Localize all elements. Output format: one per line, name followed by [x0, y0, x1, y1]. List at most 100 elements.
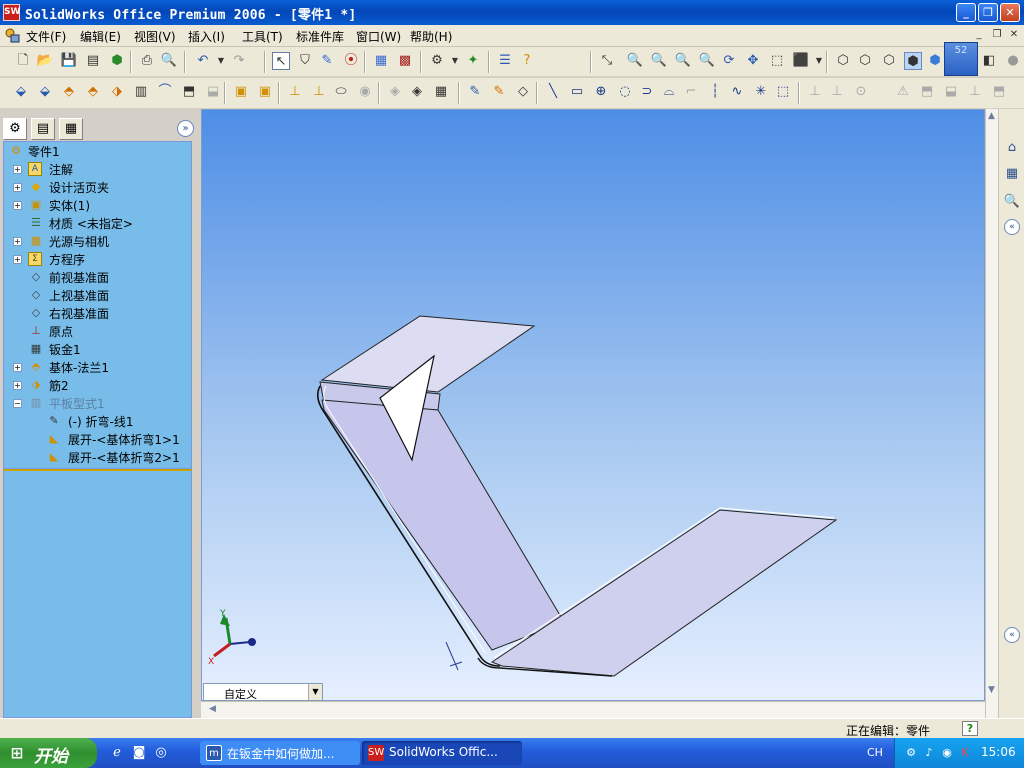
- design-library-icon[interactable]: ▦: [1001, 163, 1023, 185]
- rebuild-traffic-light-icon[interactable]: ⦿: [342, 52, 360, 70]
- taskbar-item-browser[interactable]: m 在钣金中如何做加...: [200, 741, 360, 765]
- speaker-icon[interactable]: ♪: [921, 745, 937, 761]
- doc-restore-button[interactable]: ❐: [990, 28, 1004, 42]
- realview-icon[interactable]: ●: [1004, 52, 1022, 70]
- configuration-manager-tab[interactable]: ▦: [59, 118, 83, 140]
- help-icon[interactable]: ?: [518, 52, 536, 70]
- menu-insert[interactable]: 插入(I): [188, 28, 225, 45]
- undo-dropdown-icon[interactable]: ▼: [212, 52, 230, 70]
- shaded-with-edges-icon[interactable]: ⬢: [904, 52, 922, 70]
- redo-icon[interactable]: ↷: [230, 52, 248, 70]
- open-file-icon[interactable]: 📂: [36, 52, 54, 70]
- scroll-down-icon[interactable]: ▼: [988, 685, 995, 695]
- zoom-to-fit-icon[interactable]: 🔍: [626, 52, 644, 70]
- home-icon[interactable]: ⌂: [1001, 137, 1023, 159]
- lofted-boss-icon[interactable]: ⬘: [84, 83, 102, 101]
- network-icon[interactable]: ⚙: [903, 745, 919, 761]
- section-view-icon[interactable]: ◧: [980, 52, 998, 70]
- menu-toolbox[interactable]: 标准件库: [296, 28, 344, 45]
- select-pointer-icon[interactable]: ↖: [272, 52, 290, 70]
- chamfer-icon[interactable]: ⬒: [180, 83, 198, 101]
- 3-point-arc-icon[interactable]: ⌓: [660, 83, 678, 101]
- tray-app-icon[interactable]: ◉: [939, 745, 955, 761]
- mirror-icon[interactable]: ⬭: [332, 83, 350, 101]
- horizontal-scrollbar[interactable]: ◀: [201, 701, 985, 718]
- doc-close-button[interactable]: ✕: [1007, 28, 1021, 42]
- rotate-view-icon[interactable]: ⟳: [720, 52, 738, 70]
- flex-icon[interactable]: ◈: [386, 83, 404, 101]
- circle-icon[interactable]: ⊕: [592, 83, 610, 101]
- ie-icon[interactable]: ℯ: [108, 744, 126, 762]
- 3d-drawing-view-icon[interactable]: ⬚: [768, 52, 786, 70]
- hole-wizard-icon[interactable]: ⊥: [286, 83, 304, 101]
- zoom-to-area-icon[interactable]: 🔍: [650, 52, 668, 70]
- point-icon[interactable]: ✳: [752, 83, 770, 101]
- menu-file[interactable]: 文件(F): [26, 28, 66, 45]
- antivirus-icon[interactable]: K: [957, 745, 973, 761]
- expand-left-icon[interactable]: «: [1004, 627, 1020, 643]
- sketch-icon[interactable]: ✎: [466, 83, 484, 101]
- document-menu-icon[interactable]: [4, 27, 22, 45]
- view-orientation-icon[interactable]: ⤡: [598, 52, 616, 70]
- pan-icon[interactable]: ✥: [744, 52, 762, 70]
- rectangle-icon[interactable]: ▭: [568, 83, 586, 101]
- move-entities-icon[interactable]: ⬒: [990, 83, 1008, 101]
- swept-boss-icon[interactable]: ⬘: [60, 83, 78, 101]
- appearance-icon[interactable]: ▩: [396, 52, 414, 70]
- revolved-boss-icon[interactable]: ⬙: [36, 83, 54, 101]
- make-drawing-icon[interactable]: ▤: [84, 52, 102, 70]
- hidden-lines-removed-icon[interactable]: ⬡: [880, 52, 898, 70]
- revolved-cut-icon[interactable]: ▥: [132, 83, 150, 101]
- centerpoint-arc-icon[interactable]: ◌: [616, 83, 634, 101]
- close-button[interactable]: ✕: [1000, 3, 1020, 22]
- sketch-relations-icon[interactable]: ⊥: [806, 83, 824, 101]
- taskbar-item-solidworks[interactable]: SW SolidWorks Offic...: [362, 741, 522, 765]
- shell-icon[interactable]: ▣: [232, 83, 250, 101]
- scroll-left-icon[interactable]: ◀: [209, 704, 216, 714]
- hidden-lines-visible-icon[interactable]: ⬡: [856, 52, 874, 70]
- trim-icon[interactable]: ⚠: [894, 83, 912, 101]
- solidworks-logo-icon[interactable]: SW: [3, 4, 20, 21]
- extruded-cut-icon[interactable]: ⬗: [108, 83, 126, 101]
- linear-pattern-icon[interactable]: ⊥: [310, 83, 328, 101]
- property-manager-tab[interactable]: ▤: [31, 118, 55, 140]
- make-assembly-icon[interactable]: ⬢: [108, 52, 126, 70]
- options-icon[interactable]: ☰: [496, 52, 514, 70]
- menu-edit[interactable]: 编辑(E): [80, 28, 121, 45]
- smart-dimension-icon[interactable]: ◇: [514, 83, 532, 101]
- zoom-selection-icon[interactable]: 🔍: [698, 52, 716, 70]
- maximize-button[interactable]: ❐: [978, 3, 998, 22]
- shaded-icon[interactable]: ⬢: [926, 52, 944, 70]
- fillet-icon[interactable]: ⌒: [156, 83, 174, 101]
- sheetmetal-part-model[interactable]: X Y: [202, 110, 985, 701]
- help-question-icon[interactable]: ?: [962, 721, 978, 736]
- graphics-area[interactable]: X Y: [201, 109, 985, 701]
- menu-view[interactable]: 视图(V): [134, 28, 176, 45]
- spline-icon[interactable]: ∿: [728, 83, 746, 101]
- sketch-text-icon[interactable]: ⬚: [774, 83, 792, 101]
- collapse-left-icon[interactable]: «: [1004, 219, 1020, 235]
- rib-tool-icon[interactable]: ⬓: [204, 83, 222, 101]
- file-explorer-icon[interactable]: 🔍: [1001, 191, 1023, 213]
- 3d-sketch-icon[interactable]: ✎: [490, 83, 508, 101]
- toolbox-dropdown-icon[interactable]: ▼: [446, 52, 464, 70]
- line-icon[interactable]: ╲: [544, 83, 562, 101]
- doc-minimize-button[interactable]: _: [972, 28, 986, 42]
- media-player-icon[interactable]: ◙: [130, 744, 148, 762]
- language-indicator[interactable]: CH: [867, 746, 883, 759]
- feature-tree-tab[interactable]: ⚙: [3, 118, 27, 140]
- print-preview-icon[interactable]: 🔍: [160, 52, 178, 70]
- deform-icon[interactable]: ◈: [408, 83, 426, 101]
- minimize-button[interactable]: _: [956, 3, 976, 22]
- print-icon[interactable]: ⎙: [138, 52, 156, 70]
- start-button[interactable]: ⊞ 开始: [0, 738, 97, 768]
- draft-icon[interactable]: ▣: [256, 83, 274, 101]
- vertical-scrollbar[interactable]: ▲ ▼: [985, 109, 998, 718]
- menu-window[interactable]: 窗口(W): [356, 28, 401, 45]
- standard-views-icon[interactable]: ⬛: [792, 52, 810, 70]
- view-orientation-select[interactable]: 自定义 ▼: [203, 683, 323, 701]
- scroll-up-icon[interactable]: ▲: [988, 111, 995, 121]
- feature-works-icon[interactable]: ✦: [464, 52, 482, 70]
- toolbox-icon[interactable]: ⚙: [428, 52, 446, 70]
- select-filter-icon[interactable]: ⛉: [296, 52, 314, 70]
